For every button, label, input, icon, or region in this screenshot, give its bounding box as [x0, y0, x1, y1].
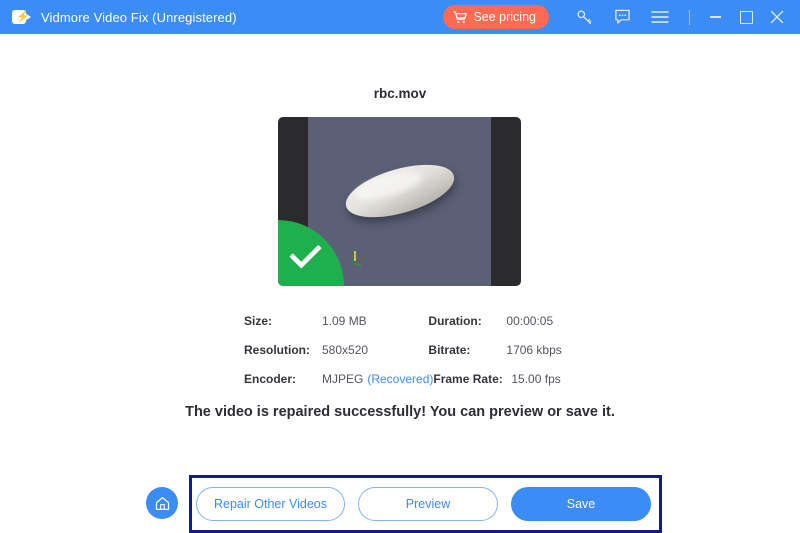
repair-other-videos-button[interactable]: Repair Other Videos [196, 487, 345, 521]
see-pricing-button[interactable]: See pricing [443, 5, 549, 29]
app-logo-icon: ⚡ [12, 9, 32, 25]
metadata-label: Bitrate: [428, 343, 506, 357]
metadata-value: 1.09 MB [322, 314, 367, 328]
status-message: The video is repaired successfully! You … [0, 404, 800, 420]
metadata-duration: Duration: 00:00:05 [428, 314, 574, 328]
home-button[interactable] [146, 487, 178, 519]
metadata-value: 580x520 [322, 343, 368, 357]
app-title: Vidmore Video Fix (Unregistered) [41, 10, 237, 25]
metadata-frame-rate: Frame Rate: 15.00 fps [433, 372, 574, 386]
metadata-recovered-note: (Recovered) [367, 372, 433, 386]
titlebar-divider [689, 10, 690, 25]
video-preview-thumbnail[interactable] [278, 117, 521, 286]
file-name-label: rbc.mov [0, 86, 800, 101]
table-row: Size: 1.09 MB Duration: 00:00:05 [244, 306, 574, 335]
video-subject-ellipsoid [340, 154, 460, 227]
see-pricing-label: See pricing [473, 10, 536, 24]
metadata-value: 00:00:05 [506, 314, 553, 328]
metadata-value: MJPEG [322, 372, 363, 386]
metadata-encoder: Encoder: MJPEG (Recovered) [244, 372, 433, 386]
close-icon[interactable] [764, 5, 790, 29]
metadata-label: Frame Rate: [433, 372, 511, 386]
metadata-bitrate: Bitrate: 1706 kbps [428, 343, 574, 357]
minimize-icon[interactable] [702, 5, 728, 29]
key-icon[interactable] [573, 6, 595, 28]
metadata-size: Size: 1.09 MB [244, 314, 428, 328]
hamburger-menu-icon[interactable] [649, 6, 671, 28]
maximize-icon[interactable] [733, 5, 759, 29]
title-bar: ⚡ Vidmore Video Fix (Unregistered) See p… [0, 0, 800, 34]
main-content: rbc.mov Size: 1.09 MB Duration: 00:00:05 [0, 34, 800, 519]
metadata-label: Resolution: [244, 343, 322, 357]
home-icon [154, 495, 171, 512]
metadata-value: 15.00 fps [511, 372, 560, 386]
save-button[interactable]: Save [511, 487, 651, 521]
video-metadata-table: Size: 1.09 MB Duration: 00:00:05 Resolut… [244, 306, 574, 393]
metadata-label: Duration: [428, 314, 506, 328]
table-row: Encoder: MJPEG (Recovered) Frame Rate: 1… [244, 364, 574, 393]
action-button-row: Repair Other Videos Preview Save [196, 486, 656, 522]
metadata-resolution: Resolution: 580x520 [244, 343, 428, 357]
check-icon [289, 236, 322, 269]
preview-button[interactable]: Preview [358, 487, 498, 521]
shopping-cart-icon [453, 11, 467, 24]
feedback-bubble-icon[interactable] [611, 6, 633, 28]
metadata-value: 1706 kbps [506, 343, 561, 357]
table-row: Resolution: 580x520 Bitrate: 1706 kbps [244, 335, 574, 364]
metadata-label: Size: [244, 314, 322, 328]
metadata-label: Encoder: [244, 372, 322, 386]
axis-gizmo-icon [352, 245, 374, 265]
